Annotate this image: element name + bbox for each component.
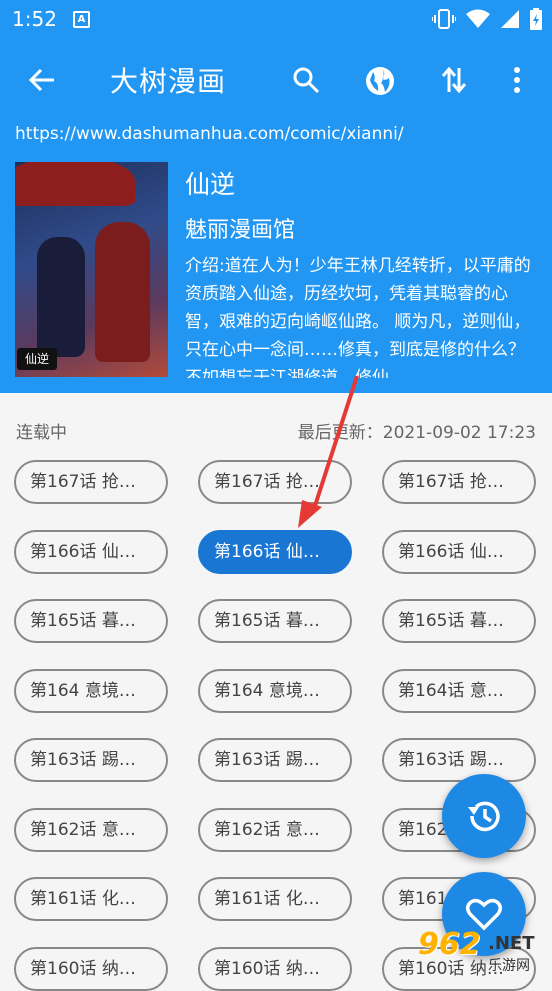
comic-cover-image: 仙逆 (15, 162, 168, 377)
chapter-chip[interactable]: 第164话 意境… (382, 668, 536, 713)
chapter-chip[interactable]: 第166话 仙门… (382, 529, 536, 574)
chapter-chip[interactable]: 第161话 化凡… (198, 877, 352, 921)
watermark-number: 962 (418, 927, 481, 962)
back-arrow-icon[interactable] (28, 66, 56, 94)
chapter-chip[interactable]: 第160话 纳多… (198, 946, 352, 991)
history-icon (468, 801, 500, 832)
chapter-chip[interactable]: 第166话 仙门… (198, 529, 352, 574)
chapter-chip[interactable]: 第166话 仙门… (14, 529, 168, 574)
chapter-chip[interactable]: 第167话 抢土… (14, 460, 168, 504)
comic-description: 介绍:道在人为！少年王林几经转折，以平庸的资质踏入仙途，历经坎坷，凭着其聪睿的心… (185, 256, 531, 378)
globe-icon[interactable] (365, 66, 395, 96)
chapter-chip[interactable]: 第162话 意境… (198, 807, 352, 852)
chapter-chip[interactable]: 第167话 抢土… (382, 460, 536, 504)
chapter-chip[interactable]: 第163话 踢宗… (198, 738, 352, 782)
battery-icon (530, 8, 542, 30)
chapter-chip[interactable]: 第163话 踢宗… (382, 738, 536, 782)
notification-a-icon: A (73, 11, 90, 28)
app-title: 大树漫画 (110, 65, 227, 98)
comic-source: 魅丽漫画馆 (185, 218, 296, 243)
chapter-chip[interactable]: 第161话 化凡… (14, 877, 168, 921)
serial-status: 连载中 (16, 423, 67, 443)
wifi-icon (466, 9, 490, 28)
watermark-cn: 乐游网 (488, 958, 530, 974)
chapter-chip[interactable]: 第162话 意境… (14, 807, 168, 852)
chapter-chip[interactable]: 第167话 抢土… (198, 460, 352, 504)
signal-icon (501, 10, 519, 28)
sort-icon[interactable] (440, 66, 468, 94)
comic-header: https://www.dashumanhua.com/comic/xianni… (0, 122, 552, 393)
cover-logo: 仙逆 (17, 348, 57, 370)
app-bar: 大树漫画 (0, 38, 552, 122)
history-fab[interactable] (442, 774, 526, 858)
cover-figure-right (95, 222, 150, 362)
search-icon[interactable] (292, 66, 320, 94)
watermark-net: .NET (488, 933, 535, 954)
comic-url[interactable]: https://www.dashumanhua.com/comic/xianni… (15, 124, 404, 144)
chapter-chip[interactable]: 第165话 暮年… (382, 599, 536, 643)
chapter-chip[interactable]: 第165话 暮年… (14, 599, 168, 643)
comic-title: 仙逆 (185, 170, 236, 199)
chapter-chip[interactable]: 第165话 暮年… (198, 599, 352, 643)
chapter-chip[interactable]: 第164 意境（2… (198, 668, 352, 713)
cover-umbrella (15, 162, 135, 206)
status-time: 1:52 (12, 7, 57, 31)
chapter-chip[interactable]: 第163话 踢宗… (14, 738, 168, 782)
site-watermark: 962 .NET 乐游网 (418, 927, 548, 977)
cover-figure-left (37, 237, 85, 357)
more-vert-icon[interactable] (508, 66, 526, 94)
vibrate-icon (432, 9, 456, 29)
status-icons (432, 7, 542, 31)
last-updated: 最后更新：2021-09-02 17:23 (297, 423, 536, 443)
status-bar: 1:52 A (0, 0, 552, 38)
chapter-chip[interactable]: 第164 意境（3… (14, 668, 168, 713)
chapter-chip[interactable]: 第160话 纳多… (14, 946, 168, 991)
